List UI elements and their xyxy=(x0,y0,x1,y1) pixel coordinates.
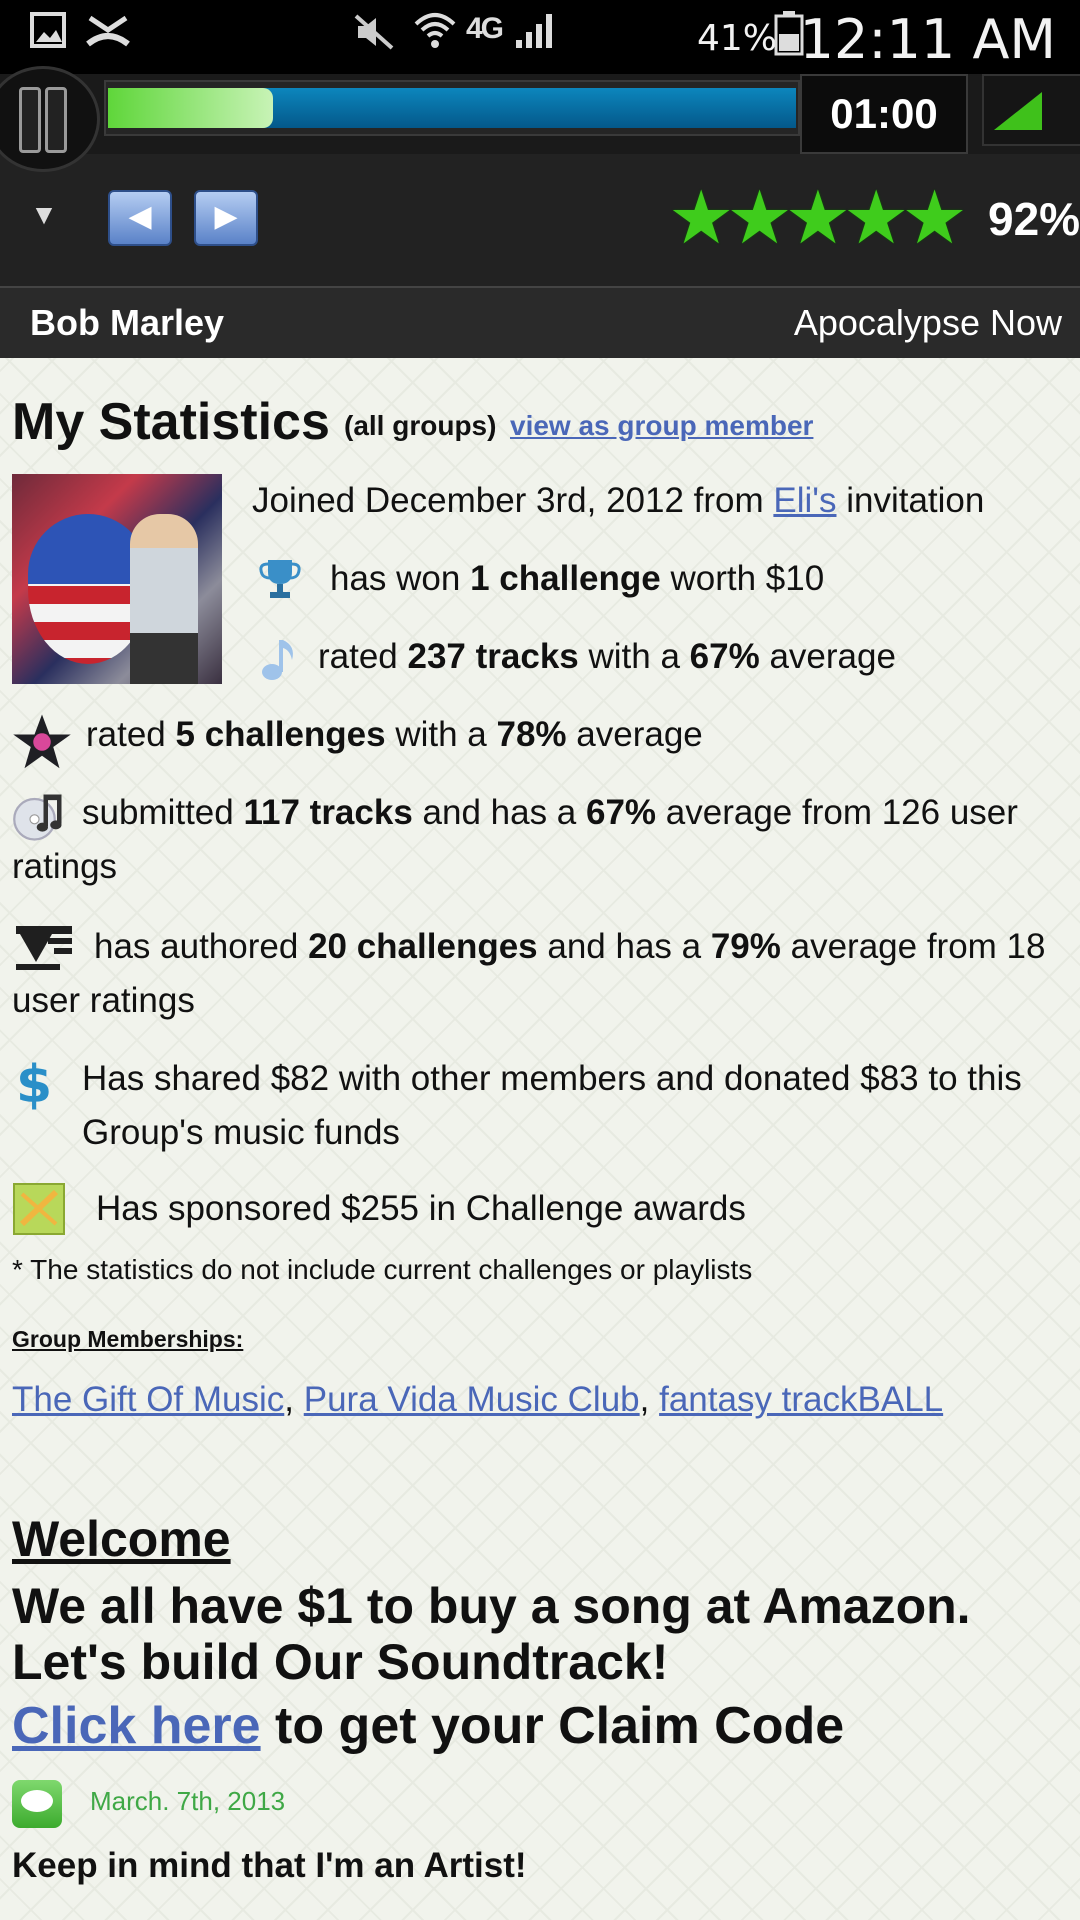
rating-percent: 92% xyxy=(988,193,1080,245)
submitted-tracks-line: submitted 117 tracks and has a 67% avera… xyxy=(12,786,1062,894)
rated-tracks-line: rated 237 tracks with a 67% average xyxy=(318,630,896,684)
submitted-text: submitted xyxy=(82,793,244,832)
rated-ch-pct: 78% xyxy=(496,715,567,754)
message-bubble xyxy=(21,1790,53,1812)
shared-line: Has shared $82 with other members and do… xyxy=(82,1059,1022,1152)
rated-ch-mid: with a xyxy=(385,715,497,754)
amazon-message: We all have $1 to buy a song at Amazon. … xyxy=(12,1578,971,1690)
next-button[interactable]: ▶ xyxy=(194,190,258,246)
group-memberships-label: Group Memberships: xyxy=(12,1326,244,1352)
authored-count: 20 challenges xyxy=(308,927,538,966)
progress-bar[interactable] xyxy=(104,80,800,136)
rated-ch-text: rated xyxy=(86,715,176,754)
svg-text:$: $ xyxy=(16,1055,52,1114)
authored-text: has authored xyxy=(94,927,309,966)
inviter-link[interactable]: Eli's xyxy=(773,481,836,520)
welcome-heading: Welcome xyxy=(12,1511,231,1567)
song-title[interactable]: Apocalypse Now xyxy=(794,302,1062,344)
submitted-count: 117 tracks xyxy=(243,793,413,832)
elapsed-time: 01:00 xyxy=(800,74,968,154)
group-link[interactable]: Pura Vida Music Club xyxy=(304,1380,640,1419)
group-link[interactable]: The Gift Of Music xyxy=(12,1380,284,1419)
group-separator: , xyxy=(639,1380,660,1419)
battery-percent: 41% xyxy=(697,18,778,59)
clock: 12:11 AM xyxy=(799,8,1056,71)
scope-label: (all groups) xyxy=(344,410,497,441)
sponsored-line: Has sponsored $255 in Challenge awards xyxy=(96,1189,746,1228)
joined-text: Joined December 3rd, 2012 from xyxy=(252,481,774,520)
rated-tracks-suffix: average xyxy=(759,637,896,676)
click-here-link[interactable]: Click here xyxy=(12,1697,261,1755)
rating-star[interactable]: ★ xyxy=(668,180,734,256)
now-playing-bar: Bob Marley Apocalypse Now xyxy=(0,286,1080,360)
submitted-mid: and has a xyxy=(412,793,586,832)
previous-button[interactable]: ◀ xyxy=(108,190,172,246)
music-note-icon xyxy=(262,640,293,680)
rated-tracks-count: 237 tracks xyxy=(407,637,579,676)
rating-star[interactable]: ★ xyxy=(901,180,967,256)
pause-icon-bar xyxy=(45,87,67,153)
missed-call-icon xyxy=(86,15,130,47)
rated-ch-count: 5 challenges xyxy=(175,715,386,754)
star-icon xyxy=(13,714,71,769)
volume-icon xyxy=(994,92,1042,130)
group-memberships-list: The Gift Of Music, Pura Vida Music Club,… xyxy=(12,1380,943,1420)
won-text: has won xyxy=(330,559,471,598)
group-separator: , xyxy=(284,1380,304,1419)
dollar-icon: $ xyxy=(16,1055,52,1114)
avatar[interactable] xyxy=(12,474,222,684)
pause-icon xyxy=(19,87,41,153)
won-count: 1 challenge xyxy=(470,559,661,598)
claim-suffix: to get your Claim Code xyxy=(260,1697,845,1755)
rated-tracks-mid: with a xyxy=(578,637,690,676)
submitted-pct: 67% xyxy=(586,793,657,832)
rated-tracks-text: rated xyxy=(318,637,408,676)
challenges-won-line: has won 1 challenge worth $10 xyxy=(330,552,824,606)
rated-challenges-line: rated 5 challenges with a 78% average xyxy=(86,708,703,762)
page-title: My Statistics xyxy=(12,393,330,451)
group-link[interactable]: fantasy trackBALL xyxy=(659,1380,943,1419)
trophy-icon xyxy=(259,560,301,598)
won-suffix: worth $10 xyxy=(660,559,825,598)
rated-tracks-pct: 67% xyxy=(689,637,760,676)
joined-suffix: invitation xyxy=(836,481,985,520)
claim-code-line: Click here to get your Claim Code xyxy=(12,1696,844,1756)
rating-stars[interactable]: ★★★★★ xyxy=(668,180,968,256)
authored-challenges-line: has authored 20 challenges and has a 79%… xyxy=(12,920,1062,1028)
view-as-group-member-link[interactable]: view as group member xyxy=(510,410,813,442)
rating-star[interactable]: ★ xyxy=(843,180,909,256)
status-bar: 4G 41% 12:11 AM xyxy=(0,0,1080,74)
avatar-person xyxy=(130,514,198,684)
progress-fill xyxy=(108,88,273,128)
authored-pct: 79% xyxy=(710,927,781,966)
rated-ch-suffix: average xyxy=(566,715,703,754)
gift-icon xyxy=(13,1183,65,1235)
mute-icon xyxy=(354,14,394,50)
signal-icon xyxy=(516,14,552,48)
artist-name[interactable]: Bob Marley xyxy=(30,302,224,344)
volume-button[interactable] xyxy=(982,74,1080,146)
message-icon xyxy=(12,1780,62,1828)
network-type: 4G xyxy=(466,12,504,45)
authored-mid: and has a xyxy=(537,927,711,966)
statistics-note: * The statistics do not include current … xyxy=(12,1254,753,1285)
rating-star[interactable]: ★ xyxy=(726,180,792,256)
message-text: Keep in mind that I'm an Artist! xyxy=(12,1846,527,1885)
joined-line: Joined December 3rd, 2012 from Eli's inv… xyxy=(252,474,984,528)
gallery-icon xyxy=(30,12,66,48)
rating-star[interactable]: ★ xyxy=(785,180,851,256)
music-player: 01:00 ▼ ◀ ▶ ★★★★★ 92% xyxy=(0,66,1080,286)
wifi-icon xyxy=(414,13,456,48)
statistics-page: My Statistics (all groups) view as group… xyxy=(0,358,1080,1920)
previous-icon: ◀ xyxy=(128,200,152,233)
next-icon: ▶ xyxy=(214,200,238,233)
dropdown-icon[interactable]: ▼ xyxy=(28,200,60,230)
message-date: March. 7th, 2013 xyxy=(90,1786,286,1816)
